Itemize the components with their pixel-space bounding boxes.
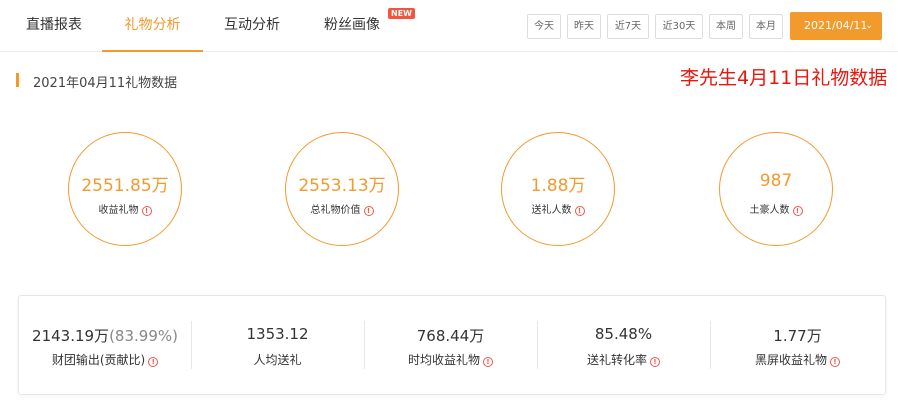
- metric-circle-total-gift-value: 2553.13万 总礼物价值!: [285, 132, 399, 246]
- stat-label-row: 财团输出(贡献比)!: [19, 351, 191, 368]
- stat-value-row: 2143.19万(83.99%): [19, 325, 191, 346]
- top-tab-bar: 直播报表 礼物分析 互动分析 粉丝画像 NEW 今天 昨天 近7天 近30天 本…: [0, 0, 898, 52]
- metric-circle-gift-revenue: 2551.85万 收益礼物!: [68, 132, 182, 246]
- stat-value: 85.48%: [594, 325, 653, 343]
- date-picker-value: 2021/04/11: [804, 19, 868, 32]
- date-button-today[interactable]: 今天: [527, 14, 561, 39]
- metric-circle-gifter-count: 1.88万 送礼人数!: [501, 132, 615, 246]
- stat-value: 768.44万: [416, 327, 485, 345]
- exclamation-circle-icon[interactable]: !: [650, 357, 660, 367]
- stat-per-capita-gift: 1353.12 人均送礼: [191, 296, 364, 396]
- tab-fan-portrait-label: 粉丝画像: [324, 17, 380, 33]
- exclamation-circle-icon[interactable]: !: [363, 206, 374, 216]
- tab-fan-portrait[interactable]: 粉丝画像: [312, 0, 392, 52]
- metric-value: 2553.13万: [298, 176, 386, 196]
- exclamation-circle-icon[interactable]: !: [792, 206, 803, 216]
- metric-label-row: 收益礼物!: [69, 201, 181, 216]
- metric-label: 土豪人数: [749, 205, 790, 216]
- tab-live-report[interactable]: 直播报表: [14, 0, 94, 52]
- exclamation-circle-icon[interactable]: !: [830, 357, 840, 367]
- stat-label-row: 送礼转化率!: [537, 351, 710, 368]
- stat-label: 黑屏收益礼物: [754, 353, 827, 367]
- stat-label: 送礼转化率: [586, 353, 647, 367]
- stat-percentage: (83.99%): [109, 327, 178, 345]
- stat-consortium-output: 2143.19万(83.99%) 财团输出(贡献比)!: [19, 296, 191, 396]
- stat-gift-conversion-rate: 85.48% 送礼转化率!: [537, 296, 710, 396]
- date-button-this-week[interactable]: 本周: [709, 14, 743, 39]
- metric-circle-big-spender-count: 987 土豪人数!: [719, 132, 833, 246]
- section-title: 2021年04月11礼物数据: [33, 76, 178, 91]
- chevron-down-icon: ⌄: [865, 21, 873, 31]
- stat-label-row: 时均收益礼物!: [364, 351, 537, 368]
- metric-label-row: 总礼物价值!: [286, 201, 398, 216]
- exclamation-circle-icon[interactable]: !: [483, 357, 493, 367]
- metric-label: 收益礼物: [98, 205, 139, 216]
- section-accent-bar: [16, 73, 19, 87]
- stat-label: 财团输出(贡献比): [51, 353, 146, 367]
- stat-label: 人均送礼: [253, 353, 302, 367]
- date-button-last-7-days[interactable]: 近7天: [607, 14, 649, 39]
- date-picker[interactable]: 2021/04/11 ⌄: [790, 12, 882, 40]
- metric-label-row: 土豪人数!: [720, 201, 832, 216]
- date-button-last-30-days[interactable]: 近30天: [655, 14, 703, 39]
- metric-value: 2551.85万: [81, 176, 169, 196]
- date-button-this-month[interactable]: 本月: [749, 14, 783, 39]
- stat-value: 2143.19万: [32, 327, 110, 345]
- stats-card: 2143.19万(83.99%) 财团输出(贡献比)! 1353.12 人均送礼…: [18, 295, 886, 395]
- stat-value: 1.77万: [773, 327, 822, 345]
- annotation-note: 李先生4月11日礼物数据: [680, 67, 888, 89]
- tab-interaction-analysis[interactable]: 互动分析: [212, 0, 292, 52]
- metric-label: 送礼人数: [531, 205, 572, 216]
- metric-value: 987: [759, 171, 793, 191]
- stat-hourly-gift-revenue: 768.44万 时均收益礼物!: [364, 296, 537, 396]
- stat-label: 时均收益礼物: [407, 353, 480, 367]
- stat-label-row: 黑屏收益礼物!: [710, 351, 885, 368]
- tab-gift-analysis[interactable]: 礼物分析: [102, 0, 203, 52]
- new-badge: NEW: [388, 8, 415, 19]
- metric-label: 总礼物价值: [310, 205, 361, 216]
- exclamation-circle-icon[interactable]: !: [148, 357, 159, 367]
- stat-value: 1353.12: [246, 325, 309, 343]
- stat-blackscreen-gift-revenue: 1.77万 黑屏收益礼物!: [710, 296, 885, 396]
- exclamation-circle-icon[interactable]: !: [141, 206, 152, 216]
- exclamation-circle-icon[interactable]: !: [574, 206, 585, 216]
- date-button-yesterday[interactable]: 昨天: [567, 14, 601, 39]
- metric-value: 1.88万: [530, 176, 586, 196]
- metric-label-row: 送礼人数!: [502, 201, 614, 216]
